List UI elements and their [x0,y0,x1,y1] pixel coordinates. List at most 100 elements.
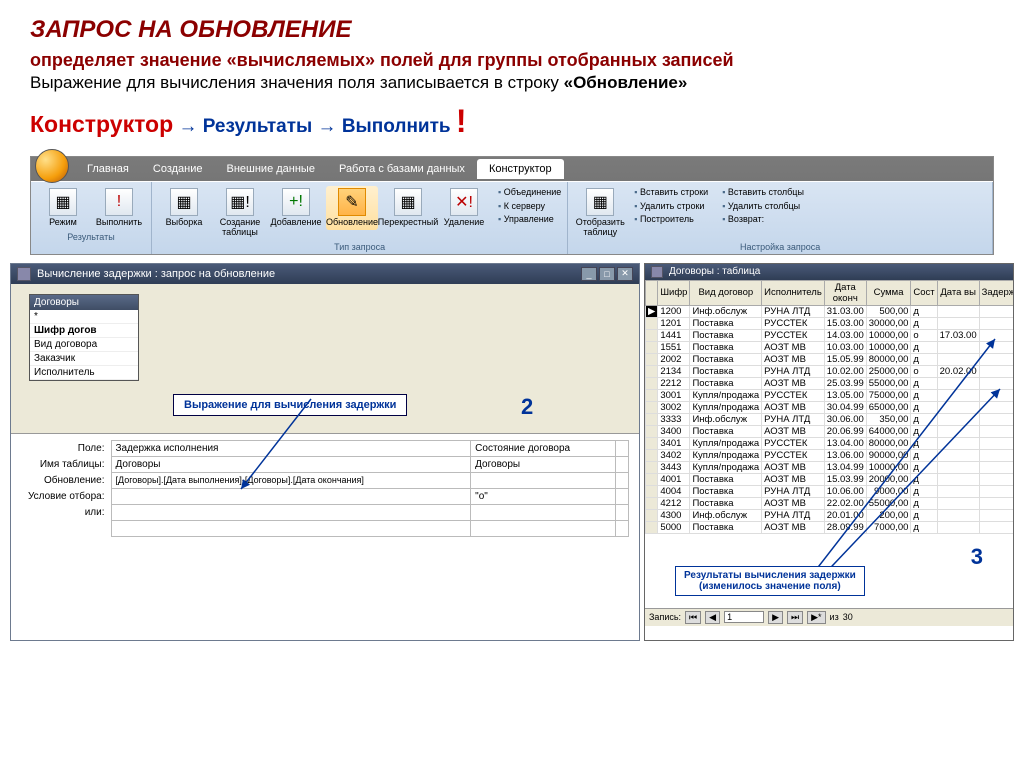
ribbon-group-results: ▦Режим !Выполнить Результаты [31,182,152,254]
grid-cell-field-0[interactable]: Задержка исполнения [111,440,471,456]
query-window-titlebar[interactable]: Вычисление задержки : запрос на обновлен… [11,264,639,284]
table-row[interactable]: 1201ПоставкаРУССТЕК15.03.0030000,00д [646,317,1014,329]
table-row[interactable]: 5000ПоставкаАОЗТ МВ28.09.997000,00д [646,521,1014,533]
tab-design[interactable]: Конструктор [477,159,564,179]
tab-create[interactable]: Создание [141,159,215,179]
table-row[interactable]: 2002ПоставкаАОЗТ МВ15.05.9980000,00д [646,353,1014,365]
select-query-button[interactable]: ▦Выборка [158,186,210,230]
run-icon: ! [105,188,133,216]
column-header[interactable]: Сост [911,280,937,305]
datasheet-titlebar[interactable]: Договоры : таблица [645,264,1013,280]
fieldlist-item[interactable]: Вид договора [30,338,138,352]
office-orb[interactable] [35,149,69,183]
minimize-button[interactable]: _ [581,267,597,281]
setup-list1: Вставить строки Удалить строки Построите… [634,186,708,227]
tab-external[interactable]: Внешние данные [215,159,327,179]
data-table[interactable]: ШифрВид договорИсполнительДата окончСумм… [645,280,1013,534]
table-row[interactable]: 4001ПоставкаАОЗТ МВ15.03.9920000,00д [646,473,1014,485]
column-header[interactable]: Шифр [658,280,690,305]
delete-query-button[interactable]: ✕!Удаление [438,186,490,230]
querytype-side-list: Объединение К серверу Управление [498,186,561,227]
fieldlist-title: Договоры [30,295,138,310]
column-header[interactable]: Вид договор [690,280,762,305]
setup-list2: Вставить столбцы Удалить столбцы Возврат… [722,186,804,227]
result-annotation: Результаты вычисления задержки (изменило… [675,566,865,596]
query-window-title: Вычисление задержки : запрос на обновлен… [37,268,275,280]
table-row[interactable]: 3402Купля/продажаРУССТЕК13.06.0090000,00… [646,449,1014,461]
ribbon-group-querytype: ▦Выборка ▦!Создание таблицы +!Добавление… [152,182,568,254]
window-icon [651,266,663,278]
grid-cell-field-1[interactable]: Состояние договора [471,440,616,456]
table-row[interactable]: 4212ПоставкаАОЗТ МВ22.02.0055000,00д [646,497,1014,509]
view-button[interactable]: ▦Режим [37,186,89,230]
table-row[interactable]: 3002Купля/продажаАОЗТ МВ30.04.9965000,00… [646,401,1014,413]
table-row[interactable]: 4004ПоставкаРУНА ЛТД10.06.009000,00д [646,485,1014,497]
table-row[interactable]: 3333Инф.обслужРУНА ЛТД30.06.00350,00д [646,413,1014,425]
query-design-upper-pane[interactable]: Договоры * Шифр догов Вид договора Заказ… [11,284,639,434]
nav-prev[interactable]: ◀ [705,611,720,624]
showtable-icon: ▦ [586,188,614,216]
fieldlist-item[interactable]: Исполнитель [30,366,138,380]
nav-first[interactable]: ⏮ [685,611,701,624]
nav-current[interactable] [724,611,764,623]
flow-constructor: Конструктор [30,111,173,137]
page-desc: Выражение для вычисления значения поля з… [30,73,994,93]
tab-dbtools[interactable]: Работа с базами данных [327,159,477,179]
record-navigator: Запись: ⏮ ◀ ▶ ⏭ ▶* из 30 [645,608,1013,626]
grid-cell-criteria-1[interactable]: "о" [471,488,616,504]
showtable-button[interactable]: ▦Отобразить таблицу [574,186,626,240]
flow-results: Результаты [203,116,313,137]
table-icon: ▦ [170,188,198,216]
table-row[interactable]: 2134ПоставкаРУНА ЛТД10.02.0025000,00о20.… [646,365,1014,377]
maketable-query-button[interactable]: ▦!Создание таблицы [214,186,266,240]
nav-next[interactable]: ▶ [768,611,783,624]
table-row[interactable]: 2212ПоставкаАОЗТ МВ25.03.9955000,00д [646,377,1014,389]
nav-new[interactable]: ▶* [807,611,825,624]
table-row[interactable]: 4300Инф.обслужРУНА ЛТД20.01.00200,00д [646,509,1014,521]
column-header[interactable]: Задержка [979,280,1013,305]
page-main-title: ЗАПРОС НА ОБНОВЛЕНИЕ [30,16,994,44]
column-header[interactable]: Дата вы [937,280,979,305]
page-subtitle: определяет значение «вычисляемых» полей … [30,50,994,71]
table-row[interactable]: 3001Купля/продажаРУССТЕК13.05.0075000,00… [646,389,1014,401]
expression-annotation: Выражение для вычисления задержки [173,394,407,416]
table-row[interactable]: ▶1200Инф.обслужРУНА ЛТД31.03.00500,00д [646,305,1014,317]
maximize-button[interactable]: □ [599,267,615,281]
tab-home[interactable]: Главная [75,159,141,179]
column-header[interactable]: Сумма [866,280,911,305]
fieldlist-item[interactable]: Шифр догов [30,324,138,338]
run-button[interactable]: !Выполнить [93,186,145,230]
desc-bold: «Обновление» [564,73,688,92]
grid-icon: ▦ [49,188,77,216]
update-query-button[interactable]: ✎Обновление [326,186,378,230]
append-query-button[interactable]: +!Добавление [270,186,322,230]
ribbon: Главная Создание Внешние данные Работа с… [30,156,994,255]
datasheet-window: Договоры : таблица ШифрВид договорИсполн… [644,263,1014,641]
desc-prefix: Выражение для вычисления значения поля з… [30,73,564,92]
maketable-icon: ▦! [226,188,254,216]
grid-cell-table-1[interactable]: Договоры [471,456,616,472]
nav-last[interactable]: ⏭ [787,611,803,624]
table-row[interactable]: 1551ПоставкаАОЗТ МВ10.03.0010000,00д [646,341,1014,353]
grid-cell-table-0[interactable]: Договоры [111,456,471,472]
fieldlist-item[interactable]: * [30,310,138,324]
column-header[interactable]: Исполнитель [762,280,825,305]
table-row[interactable]: 3443Купля/продажаАОЗТ МВ13.04.9910000,00… [646,461,1014,473]
delete-icon: ✕! [450,188,478,216]
datasheet-title: Договоры : таблица [669,266,760,277]
query-design-grid[interactable]: Поле: Задержка исполнения Состояние дого… [11,434,639,537]
close-button[interactable]: ✕ [617,267,633,281]
table-row[interactable]: 1441ПоставкаРУССТЕК14.03.0010000,00о17.0… [646,329,1014,341]
append-icon: +! [282,188,310,216]
flow-execute: Выполнить [342,116,451,137]
table-row[interactable]: 3400ПоставкаАОЗТ МВ20.06.9964000,00д [646,425,1014,437]
table-fieldlist[interactable]: Договоры * Шифр догов Вид договора Заказ… [29,294,139,381]
crosstab-query-button[interactable]: ▦Перекрестный [382,186,434,230]
fieldlist-item[interactable]: Заказчик [30,352,138,366]
table-row[interactable]: 3401Купля/продажаРУССТЕК13.04.0080000,00… [646,437,1014,449]
column-header[interactable]: Дата оконч [824,280,866,305]
query-design-window: Вычисление задержки : запрос на обновлен… [10,263,640,641]
update-icon: ✎ [338,188,366,216]
flow-exclaim: ! [456,103,467,139]
grid-cell-update-0[interactable]: [Договоры].[Дата выполнения]-[Договоры].… [111,472,471,488]
